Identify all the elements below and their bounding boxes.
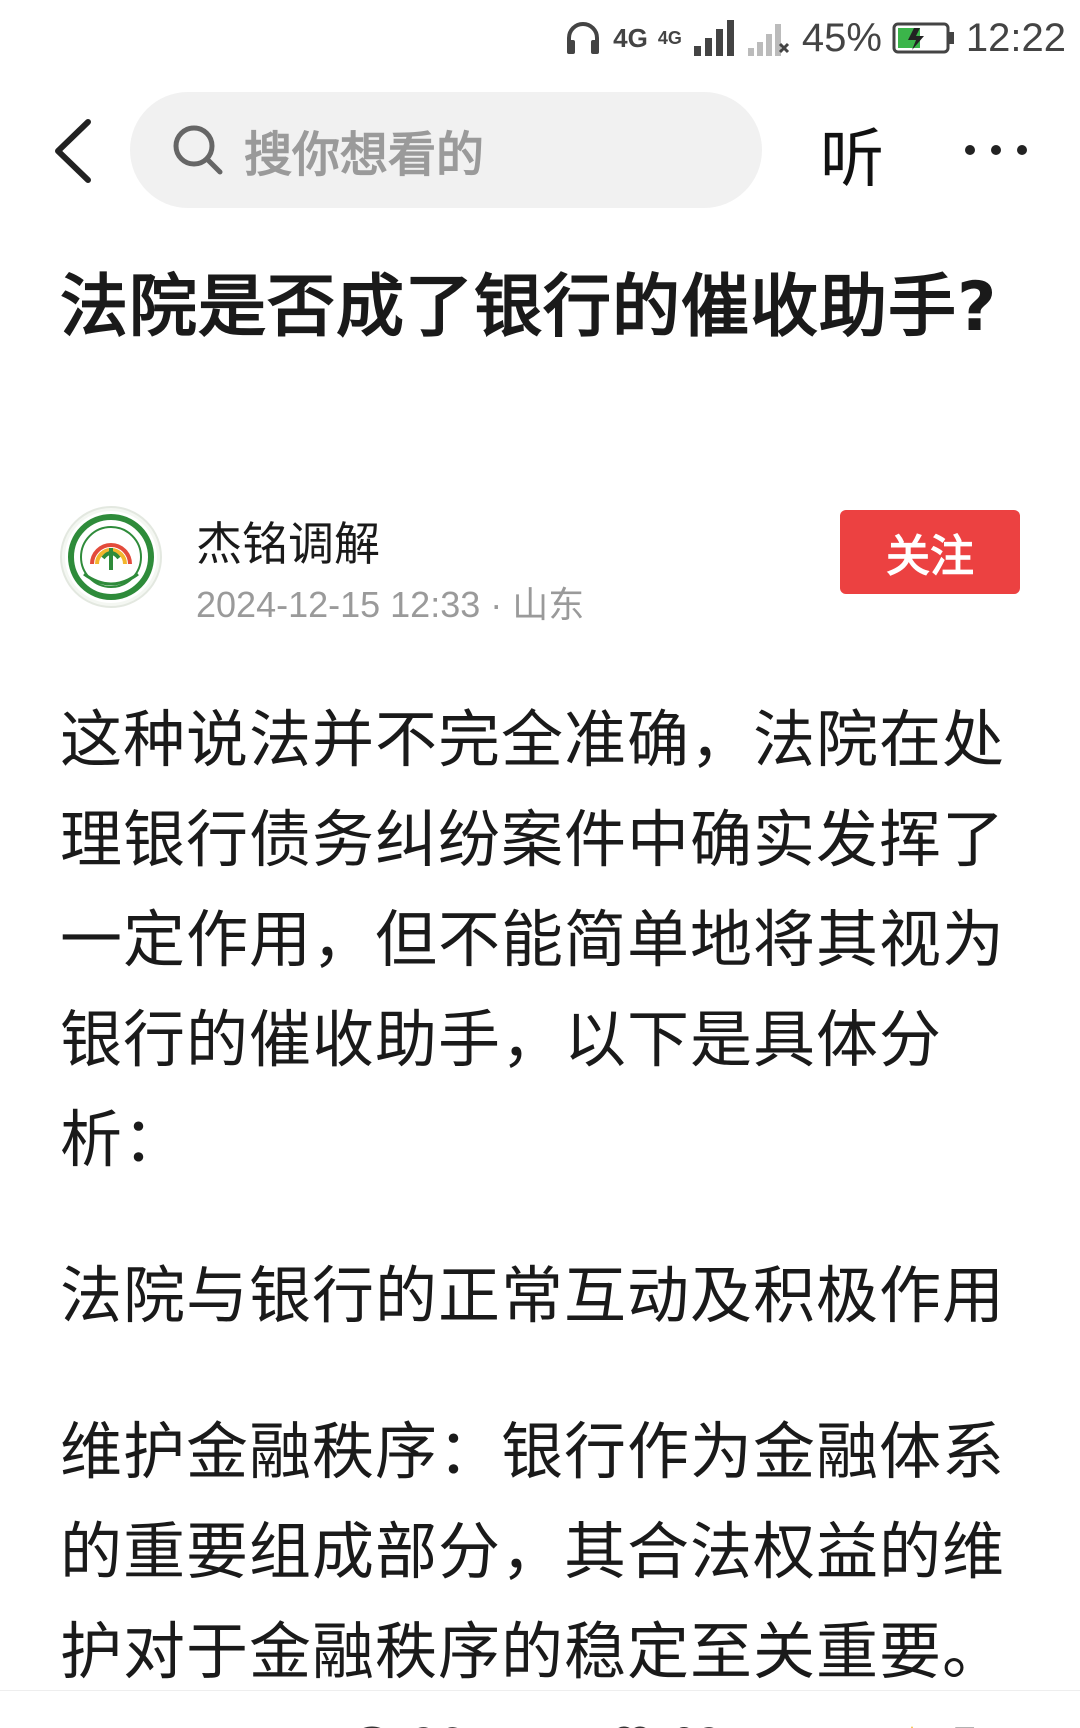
share-button[interactable]: 分享 [80,1721,218,1728]
author-avatar[interactable] [60,506,162,608]
network-type-2: 4G [657,27,682,48]
star-icon [911,1726,913,1728]
top-nav: 搜你想看的 听 [0,88,1080,212]
comment-count: 26 [412,1721,463,1728]
favorite-button[interactable]: 7 [890,1721,977,1728]
paragraph: 法院与银行的正常互动及积极作用 [60,1259,1006,1332]
search-placeholder: 搜你想看的 [244,127,485,183]
heart-icon [618,1726,646,1728]
article-page: 4G 4G 45% 12:22 搜你想看的 听 法院是否成了银行的催收助手? 杰… [0,0,1080,1728]
favorite-count: 7 [952,1721,977,1728]
follow-button[interactable]: 关注 [840,510,1020,594]
battery-icon [892,22,954,54]
battery-percent: 45% [801,15,882,60]
article-body: 这种说法并不完全准确，法院在处理银行债务纠纷案件中确实发挥了一定作用，但不能简单… [60,690,1032,1728]
more-icon[interactable] [960,140,1032,160]
network-type-1: 4G [613,22,648,53]
like-count: 92 [672,1721,723,1728]
listen-button[interactable]: 听 [820,108,884,200]
publish-meta: 2024-12-15 12:33 · 山东 [196,584,585,625]
comment-button[interactable]: 26 [350,1721,463,1728]
status-bar: 4G 4G 45% 12:22 [0,0,1080,76]
author-row: 杰铭调解 2024-12-15 12:33 · 山东 关注 [60,500,1020,630]
headphones-icon [567,22,600,54]
search-icon [173,125,223,175]
signal-icon [693,20,734,56]
search-input[interactable]: 搜你想看的 [130,92,762,208]
share-label: 分享 [138,1721,218,1728]
clock: 12:22 [965,15,1066,60]
bottom-action-bar: 分享 26 92 7 [0,1690,1080,1728]
like-button[interactable]: 92 [610,1721,723,1728]
signal-weak-icon [747,24,789,56]
author-name[interactable]: 杰铭调解 [196,508,380,574]
paragraph: 这种说法并不完全准确，法院在处理银行债务纠纷案件中确实发挥了一定作用，但不能简单… [60,703,1006,1176]
article-title: 法院是否成了银行的催收助手? [60,268,998,347]
paragraph: 维护金融秩序：银行作为金融体系的重要组成部分，其合法权益的维护对于金融秩序的稳定… [60,1415,1006,1688]
comment-icon [363,1726,381,1728]
back-arrow-icon[interactable] [48,116,104,186]
